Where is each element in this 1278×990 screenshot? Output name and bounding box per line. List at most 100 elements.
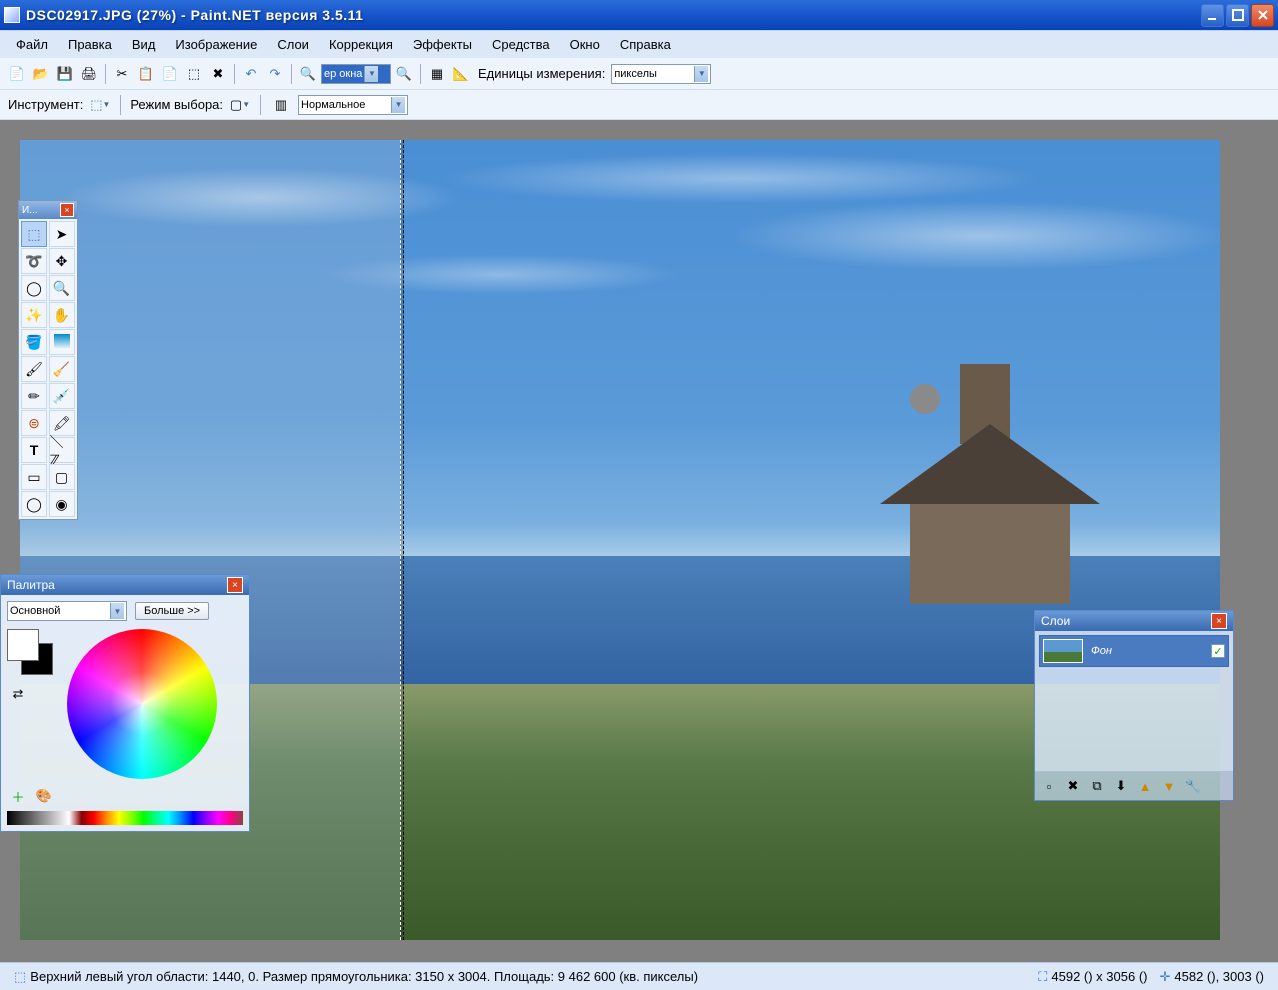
close-button[interactable] [1251,4,1274,27]
add-layer-button[interactable]: ▫ [1038,775,1060,797]
tool-eraser[interactable]: 🧹 [49,356,75,382]
close-icon [1257,9,1269,21]
primary-color-swatch[interactable] [7,629,39,661]
flood-mode-button[interactable]: ▥ [270,94,292,116]
color-palette-strip[interactable] [7,811,243,825]
colors-window[interactable]: Палитра × Основной ▼ Больше >> ⇄ ＋ 🎨 [0,574,250,832]
save-button[interactable]: 💾 [54,63,76,85]
colors-titlebar[interactable]: Палитра × [1,575,249,595]
tool-zoom[interactable]: 🔍 [49,275,75,301]
print-button[interactable]: 🖨 [78,63,100,85]
delete-layer-button[interactable]: ✖ [1062,775,1084,797]
menu-help[interactable]: Справка [610,34,681,55]
tool-lasso[interactable]: ➰ [21,248,47,274]
tool-text[interactable]: T [21,437,47,463]
tool-pencil[interactable]: ✏ [21,383,47,409]
tools-window[interactable]: И... × ⬚ ➤ ➰ ✥ ◯ 🔍 ✨ ✋ 🪣 🖌 🧹 ✏ 💉 ⊜ 🖍 T ＼… [18,200,78,520]
tool-line[interactable]: ＼ℤ [49,437,75,463]
layer-visibility-checkbox[interactable]: ✓ [1211,644,1225,658]
layer-thumbnail [1043,639,1083,663]
layer-props-button[interactable]: 🔧 [1182,775,1204,797]
tool-ellipse[interactable]: ◯ [21,491,47,517]
color-mode-combo[interactable]: Основной ▼ [7,601,127,621]
layers-close-button[interactable]: × [1211,613,1227,629]
tool-pan[interactable]: ✋ [49,302,75,328]
tool-gradient[interactable] [49,329,75,355]
blend-combo[interactable]: Нормальное ▼ [298,95,408,115]
new-button[interactable]: 📄 [6,63,28,85]
menu-tools[interactable]: Средства [482,34,560,55]
layers-title-text: Слои [1041,614,1070,628]
menu-edit[interactable]: Правка [58,34,122,55]
delete-icon: ✖ [1068,778,1079,794]
add-color-button[interactable]: ＋ [7,785,29,807]
grid-button[interactable]: ▦ [426,63,448,85]
select-mode-replace[interactable]: ▢▼ [229,94,251,116]
tool-freeform[interactable]: ◉ [49,491,75,517]
color-swatches[interactable] [7,629,57,679]
tools-titlebar[interactable]: И... × [19,201,77,219]
tool-clone[interactable]: ⊜ [21,410,47,436]
tool-rect[interactable]: ▭ [21,464,47,490]
gradient-icon [54,334,70,350]
cut-button[interactable]: ✂ [111,63,133,85]
color-wheel[interactable] [67,629,217,779]
merge-layer-button[interactable]: ⬇ [1110,775,1132,797]
copy-icon: 📋 [138,66,154,82]
zoom-combo[interactable]: ер окна ▼ [321,64,391,84]
tool-ellipse-select[interactable]: ◯ [21,275,47,301]
open-button[interactable]: 📂 [30,63,52,85]
deselect-button[interactable]: ✖ [207,63,229,85]
tool-rounded-rect[interactable]: ▢ [49,464,75,490]
palette-button[interactable]: 🎨 [33,785,55,807]
colors-close-button[interactable]: × [227,577,243,593]
menu-adjust[interactable]: Коррекция [319,34,403,55]
copy-button[interactable]: 📋 [135,63,157,85]
tool-magic-wand[interactable]: ✨ [21,302,47,328]
new-icon: 📄 [9,66,25,82]
zoom-out-button[interactable]: 🔍 [297,63,319,85]
tool-move-selection[interactable]: ➤ [49,221,75,247]
crop-button[interactable]: ⬚ [183,63,205,85]
tool-rect-select[interactable]: ⬚ [21,221,47,247]
flood-icon: ▥ [275,97,287,113]
layer-row[interactable]: Фон ✓ [1039,635,1229,667]
up-icon: ▲ [1139,779,1152,794]
menu-image[interactable]: Изображение [165,34,267,55]
swap-colors-button[interactable]: ⇄ [7,683,29,705]
units-combo[interactable]: пикселы ▼ [611,64,711,84]
move-up-button[interactable]: ▲ [1134,775,1156,797]
hand-icon: ✋ [53,307,70,324]
layers-titlebar[interactable]: Слои × [1035,611,1233,631]
menu-file[interactable]: Файл [6,34,58,55]
tools-title-text: И... [22,205,38,216]
tools-close-button[interactable]: × [60,203,74,217]
menu-effects[interactable]: Эффекты [403,34,482,55]
move-icon: ✥ [56,253,68,270]
separator [291,64,292,84]
tool-picker[interactable]: 💉 [49,383,75,409]
layers-window[interactable]: Слои × Фон ✓ ▫ ✖ ⧉ ⬇ ▲ ▼ 🔧 [1034,610,1234,801]
tool-move[interactable]: ✥ [49,248,75,274]
menu-view[interactable]: Вид [122,34,166,55]
zoom-out-icon: 🔍 [300,66,316,82]
more-button[interactable]: Больше >> [135,602,209,620]
selection-edge[interactable] [400,140,404,940]
zoom-in-button[interactable]: 🔍 [393,63,415,85]
duplicate-layer-button[interactable]: ⧉ [1086,775,1108,797]
undo-button[interactable]: ↶ [240,63,262,85]
maximize-button[interactable] [1226,4,1249,27]
rounded-rect-icon: ▢ [55,469,68,486]
redo-button[interactable]: ↷ [264,63,286,85]
paste-button[interactable]: 📄 [159,63,181,85]
ruler-button[interactable]: 📐 [450,63,472,85]
units-value: пикселы [614,68,657,80]
menu-window[interactable]: Окно [560,34,610,55]
menu-layers[interactable]: Слои [267,34,319,55]
minimize-button[interactable] [1201,4,1224,27]
move-down-button[interactable]: ▼ [1158,775,1180,797]
tool-brush[interactable]: 🖌 [21,356,47,382]
active-tool-button[interactable]: ⬚▼ [89,94,111,116]
tool-fill[interactable]: 🪣 [21,329,47,355]
image-house [880,364,1100,604]
